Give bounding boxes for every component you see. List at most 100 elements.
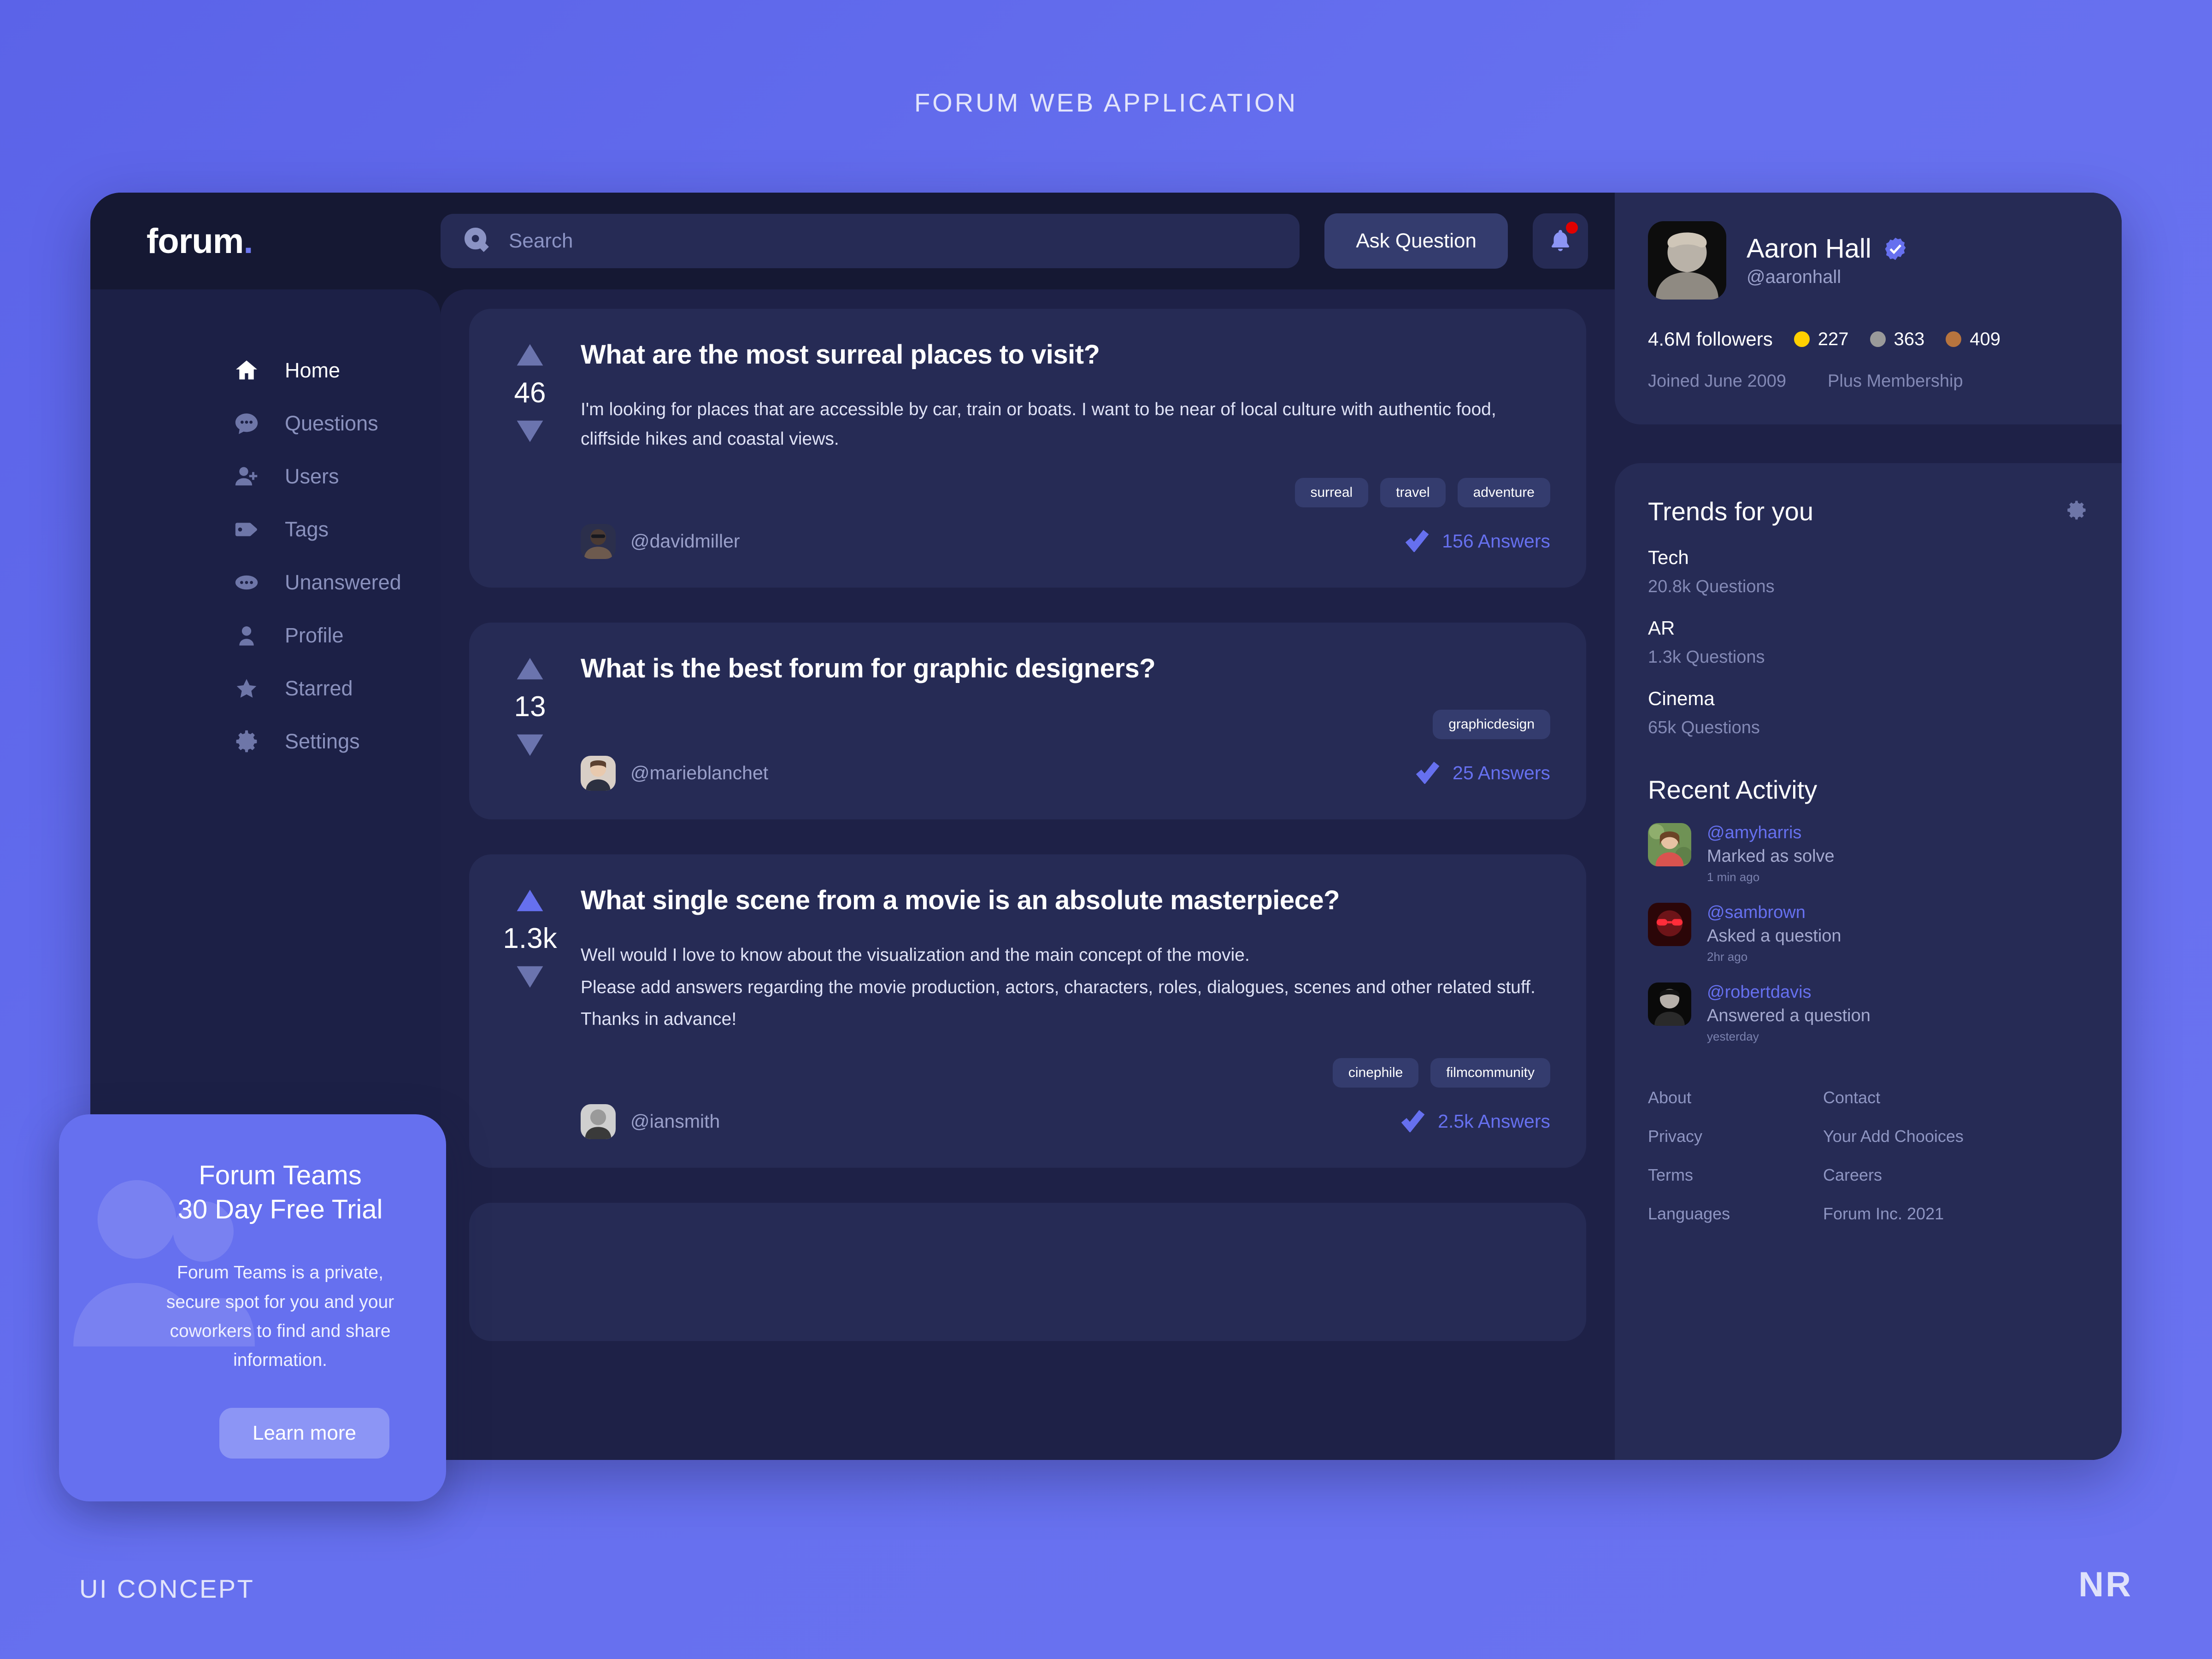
question-author[interactable]: @davidmiller <box>581 524 740 559</box>
answers-link[interactable]: 25 Answers <box>1416 760 1550 786</box>
notifications-button[interactable] <box>1533 213 1588 269</box>
ellipsis-icon <box>233 569 260 596</box>
downvote-icon[interactable] <box>516 419 544 443</box>
upvote-icon[interactable] <box>516 657 544 681</box>
downvote-icon[interactable] <box>516 965 544 989</box>
sidebar-item-label: Home <box>285 358 341 382</box>
author-handle: @iansmith <box>630 1111 720 1132</box>
sidebar-item-label: Settings <box>285 729 360 753</box>
notification-dot <box>1566 222 1578 234</box>
tag-list: graphicdesign <box>581 709 1550 739</box>
trend-count: 20.8k Questions <box>1648 577 1775 596</box>
footer-link-terms[interactable]: Terms <box>1648 1165 1823 1185</box>
brand-logo[interactable]: forum. <box>90 193 441 289</box>
trend-name: Tech <box>1648 547 1689 568</box>
activity-handle[interactable]: @sambrown <box>1707 903 1841 923</box>
tag-icon <box>233 516 260 543</box>
question-author[interactable]: @iansmith <box>581 1104 720 1139</box>
activity-item[interactable]: @amyharris Marked as solve 1 min ago <box>1648 823 2088 884</box>
question-card[interactable]: 1.3k What single scene from a movie is a… <box>469 854 1586 1168</box>
question-paragraph: Thanks in advance! <box>581 1009 737 1030</box>
question-feed: 46 What are the most surreal places to v… <box>441 289 1615 1460</box>
tag-chip[interactable]: filmcommunity <box>1430 1058 1550 1088</box>
tag-chip[interactable]: surreal <box>1294 477 1369 507</box>
search-bar[interactable] <box>441 214 1300 268</box>
promo-card[interactable]: Forum Teams 30 Day Free Trial Forum Team… <box>59 1114 446 1501</box>
trend-item[interactable]: AR 1.3k Questions <box>1648 617 2088 667</box>
tag-chip[interactable]: graphicdesign <box>1433 709 1550 739</box>
question-title[interactable]: What are the most surreal places to visi… <box>581 337 1550 372</box>
profile-stats: 4.6M followers 227 363 409 <box>1648 328 2088 350</box>
search-input[interactable] <box>509 229 1300 253</box>
gold-count: 227 <box>1818 329 1849 349</box>
right-sidebar: Aaron Hall @aaronhall 4.6M followers 227 <box>1615 193 2122 1460</box>
tag-list: cinephile filmcommunity <box>581 1058 1550 1088</box>
joined-date: Joined June 2009 <box>1648 371 1787 391</box>
vote-control: 1.3k <box>498 883 562 1139</box>
trend-item[interactable]: Cinema 65k Questions <box>1648 688 2088 738</box>
sidebar-item-label: Unanswered <box>285 570 401 594</box>
bronze-dot <box>1946 331 1962 347</box>
gold-badge: 227 <box>1794 329 1849 350</box>
avatar <box>1648 982 1691 1026</box>
gold-dot <box>1794 331 1810 347</box>
footer-links: About Privacy Terms Languages Contact Yo… <box>1648 1088 2088 1243</box>
avatar <box>581 1104 616 1139</box>
tag-chip[interactable]: cinephile <box>1332 1058 1419 1088</box>
trend-name: AR <box>1648 617 1675 639</box>
sidebar-item-settings[interactable]: Settings <box>90 715 441 768</box>
activity-item[interactable]: @sambrown Asked a question 2hr ago <box>1648 903 2088 964</box>
sidebar-item-home[interactable]: Home <box>90 344 441 397</box>
activity-time: yesterday <box>1707 1030 1759 1043</box>
question-card[interactable]: 13 What is the best forum for graphic de… <box>469 622 1586 819</box>
page-title: FORUM WEB APPLICATION <box>914 88 1298 117</box>
check-icon <box>1416 760 1440 786</box>
footer-link-adchoices[interactable]: Your Add Chooices <box>1823 1127 1998 1146</box>
avatar <box>1648 903 1691 946</box>
silver-badge: 363 <box>1870 329 1924 350</box>
upvote-icon[interactable] <box>516 343 544 367</box>
footer-link-about[interactable]: About <box>1648 1088 1823 1107</box>
activity-text: Asked a question <box>1707 926 1841 946</box>
question-card[interactable]: 46 What are the most surreal places to v… <box>469 309 1586 588</box>
answers-count: 2.5k Answers <box>1438 1111 1550 1132</box>
question-title[interactable]: What is the best forum for graphic desig… <box>581 651 1550 686</box>
question-author[interactable]: @marieblanchet <box>581 755 769 791</box>
top-bar: Ask Question <box>441 193 1615 289</box>
footer-link-contact[interactable]: Contact <box>1823 1088 1998 1107</box>
answers-link[interactable]: 156 Answers <box>1405 528 1550 554</box>
sidebar-item-unanswered[interactable]: Unanswered <box>90 556 441 609</box>
footer-link-languages[interactable]: Languages <box>1648 1204 1823 1224</box>
upvote-icon[interactable] <box>516 888 544 912</box>
sidebar-item-profile[interactable]: Profile <box>90 609 441 662</box>
question-card-partial[interactable] <box>469 1202 1586 1341</box>
ask-question-button[interactable]: Ask Question <box>1324 213 1508 269</box>
activity-item[interactable]: @robertdavis Answered a question yesterd… <box>1648 982 2088 1044</box>
activity-time: 2hr ago <box>1707 950 1748 964</box>
silver-dot <box>1870 331 1886 347</box>
trend-item[interactable]: Tech 20.8k Questions <box>1648 547 2088 597</box>
avatar[interactable] <box>1648 221 1726 300</box>
avatar <box>1648 823 1691 866</box>
answers-link[interactable]: 2.5k Answers <box>1401 1108 1550 1135</box>
sidebar-item-starred[interactable]: Starred <box>90 662 441 715</box>
footer-link-privacy[interactable]: Privacy <box>1648 1127 1823 1146</box>
sidebar-item-users[interactable]: Users <box>90 450 441 503</box>
tag-list: surreal travel adventure <box>581 477 1550 507</box>
chat-bubble-icon <box>233 410 260 437</box>
learn-more-button[interactable]: Learn more <box>219 1408 389 1459</box>
question-title[interactable]: What single scene from a movie is an abs… <box>581 883 1550 918</box>
activity-handle[interactable]: @amyharris <box>1707 823 1835 843</box>
tag-chip[interactable]: adventure <box>1457 477 1550 507</box>
gear-icon[interactable] <box>2065 498 2088 524</box>
sidebar-item-tags[interactable]: Tags <box>90 503 441 556</box>
downvote-icon[interactable] <box>516 733 544 757</box>
tag-chip[interactable]: travel <box>1380 477 1446 507</box>
trends-title: Trends for you <box>1648 497 1813 526</box>
author-handle: @marieblanchet <box>630 762 769 784</box>
question-body: Well would I love to know about the visu… <box>581 941 1550 1034</box>
sidebar-item-questions[interactable]: Questions <box>90 397 441 450</box>
trends-activity-panel: Trends for you Tech 20.8k Questions AR 1… <box>1615 463 2122 1460</box>
footer-link-careers[interactable]: Careers <box>1823 1165 1998 1185</box>
activity-handle[interactable]: @robertdavis <box>1707 982 1871 1002</box>
